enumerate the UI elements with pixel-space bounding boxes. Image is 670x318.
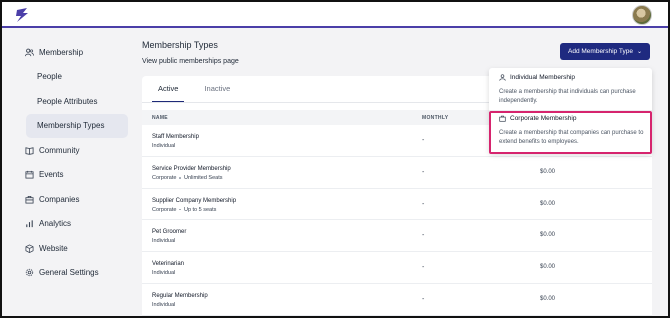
table-row[interactable]: Pet Groomer Individual - $0.00 bbox=[142, 220, 652, 253]
sidebar-item-label: Website bbox=[39, 243, 68, 253]
membership-kind: Individual bbox=[152, 301, 176, 308]
membership-name[interactable]: Service Provider Membership bbox=[152, 166, 231, 172]
membership-name[interactable]: Veterinarian bbox=[152, 261, 184, 267]
monthly-value: - bbox=[422, 200, 425, 208]
separator-dot bbox=[179, 208, 181, 211]
tab-active[interactable]: Active bbox=[152, 84, 185, 103]
tab-bar: Active Inactive bbox=[152, 84, 236, 103]
sidebar-item-label: People bbox=[37, 72, 62, 82]
app-window: Membership People People Attributes Memb… bbox=[0, 0, 670, 318]
add-membership-type-button[interactable]: Add Membership Type ⌄ bbox=[560, 43, 650, 60]
membership-name[interactable]: Staff Membership bbox=[152, 134, 199, 140]
monthly-value: - bbox=[422, 264, 425, 272]
membership-meta: Individual bbox=[152, 270, 175, 276]
dropdown-item-desc: Create a membership that individuals can… bbox=[499, 89, 636, 104]
monthly-value: - bbox=[422, 232, 425, 240]
bar-chart-icon bbox=[25, 219, 34, 228]
price-value: $0.00 bbox=[540, 168, 556, 175]
sidebar-item-people-attributes[interactable]: People Attributes bbox=[20, 89, 130, 114]
users-icon bbox=[25, 48, 34, 57]
dropdown-item-desc: Create a membership that companies can p… bbox=[499, 130, 644, 145]
sidebar-item-analytics[interactable]: Analytics bbox=[20, 212, 130, 237]
lightning-logo-icon[interactable] bbox=[14, 7, 30, 23]
membership-kind: Corporate bbox=[152, 206, 177, 213]
person-icon bbox=[499, 74, 506, 81]
table-row[interactable]: Supplier Company Membership Corporate Up … bbox=[142, 189, 652, 221]
sidebar-item-label: Companies bbox=[39, 194, 80, 204]
price-value: $0.00 bbox=[540, 295, 556, 302]
column-header-name[interactable]: NAME bbox=[152, 115, 168, 121]
sidebar-item-general-settings[interactable]: General Settings bbox=[20, 261, 130, 286]
membership-kind: Corporate bbox=[152, 174, 177, 181]
sidebar-item-label: Membership Types bbox=[37, 121, 105, 131]
sidebar-item-people[interactable]: People bbox=[20, 65, 130, 90]
dropdown-item-individual[interactable]: Individual Membership Create a membershi… bbox=[489, 70, 652, 110]
membership-name[interactable]: Pet Groomer bbox=[152, 229, 186, 235]
membership-kind: Individual bbox=[152, 143, 176, 149]
sidebar-item-label: Analytics bbox=[39, 219, 72, 229]
column-header-monthly[interactable]: MONTHLY bbox=[422, 115, 448, 121]
dropdown-item-title: Individual Membership bbox=[499, 74, 575, 81]
sidebar-item-companies[interactable]: Companies bbox=[20, 187, 130, 212]
chevron-down-icon: ⌄ bbox=[636, 49, 642, 55]
table-row[interactable]: Service Provider Membership Corporate Unl… bbox=[142, 157, 652, 189]
calendar-icon bbox=[25, 170, 34, 179]
sidebar-item-community[interactable]: Community bbox=[20, 138, 130, 163]
monthly-value: - bbox=[422, 168, 425, 176]
dropdown-item-title-text: Corporate Membership bbox=[510, 115, 577, 122]
sidebar-item-label: Membership bbox=[39, 47, 84, 57]
membership-name[interactable]: Supplier Company Membership bbox=[152, 198, 236, 204]
add-button-label: Add Membership Type bbox=[568, 48, 633, 55]
price-value: $0.00 bbox=[540, 264, 556, 271]
sidebar-item-website[interactable]: Website bbox=[20, 236, 130, 261]
table-row[interactable]: Veterinarian Individual - $0.00 bbox=[142, 252, 652, 284]
membership-seats: Unlimited Seats bbox=[183, 174, 223, 181]
main-header: Membership Types View public memberships… bbox=[142, 40, 239, 65]
membership-kind: Individual bbox=[152, 238, 176, 245]
membership-name[interactable]: Regular Membership bbox=[152, 293, 208, 299]
sidebar: Membership People People Attributes Memb… bbox=[20, 40, 130, 285]
dropdown-item-title-text: Individual Membership bbox=[510, 74, 576, 81]
monthly-value: - bbox=[422, 137, 425, 144]
price-value: $0.00 bbox=[540, 200, 556, 207]
membership-meta: Individual bbox=[152, 238, 175, 244]
add-membership-dropdown: Individual Membership Create a membershi… bbox=[489, 68, 652, 153]
briefcase-icon bbox=[25, 195, 34, 204]
membership-meta: Individual bbox=[152, 143, 175, 149]
page-title: Membership Types bbox=[142, 40, 218, 50]
sidebar-item-events[interactable]: Events bbox=[20, 163, 130, 188]
membership-meta: Corporate Up to 5 seats bbox=[152, 207, 216, 213]
cube-icon bbox=[25, 244, 34, 253]
sidebar-item-label: Community bbox=[39, 145, 80, 155]
sidebar-item-label: Events bbox=[39, 170, 64, 180]
separator-dot bbox=[179, 177, 181, 179]
view-public-memberships-link[interactable]: View public memberships page bbox=[142, 58, 239, 65]
book-icon bbox=[25, 146, 34, 155]
price-value: $0.00 bbox=[540, 232, 556, 239]
membership-seats: Up to 5 seats bbox=[183, 206, 217, 213]
table-row[interactable]: Regular Membership Individual - $0.00 bbox=[142, 284, 652, 316]
dropdown-item-corporate[interactable]: Corporate Membership Create a membership… bbox=[489, 110, 652, 153]
membership-kind: Individual bbox=[152, 270, 176, 277]
sidebar-item-label: People Attributes bbox=[37, 96, 98, 106]
top-bar bbox=[2, 2, 668, 28]
tab-inactive[interactable]: Inactive bbox=[198, 84, 236, 103]
building-icon bbox=[499, 115, 506, 122]
gear-icon bbox=[25, 268, 34, 277]
sidebar-item-label: General Settings bbox=[39, 268, 99, 278]
membership-meta: Corporate Unlimited Seats bbox=[152, 175, 223, 181]
dropdown-item-title: Corporate Membership bbox=[499, 115, 576, 122]
monthly-value: - bbox=[422, 295, 425, 303]
avatar[interactable] bbox=[632, 5, 652, 25]
sidebar-item-membership[interactable]: Membership bbox=[20, 40, 130, 65]
membership-meta: Individual bbox=[152, 302, 175, 308]
sidebar-item-membership-types[interactable]: Membership Types bbox=[26, 113, 128, 138]
